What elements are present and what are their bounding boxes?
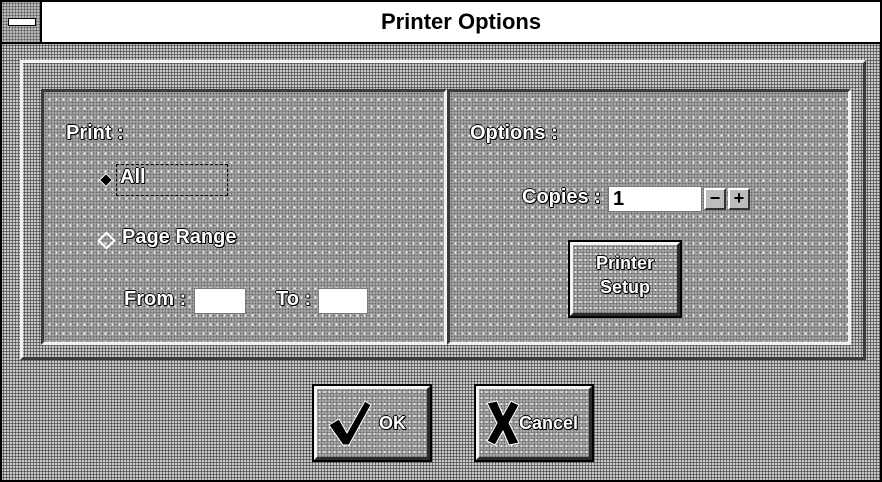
cancel-label: Cancel xyxy=(519,413,579,433)
print-heading: Print : xyxy=(66,122,124,144)
print-group: Print : All Page Range From : To : xyxy=(41,89,447,345)
to-field[interactable] xyxy=(318,288,368,314)
cancel-button[interactable]: Cancel xyxy=(474,384,594,462)
copies-field[interactable]: 1 xyxy=(608,186,702,212)
copies-increment-button[interactable]: + xyxy=(728,188,750,210)
printer-setup-label-line1: Printer xyxy=(595,253,655,273)
radio-page-range-label[interactable]: Page Range xyxy=(122,226,236,249)
copies-decrement-button[interactable]: − xyxy=(704,188,726,210)
options-heading: Options : xyxy=(470,122,558,144)
title-bar: Printer Options xyxy=(2,2,880,44)
to-label: To : xyxy=(276,288,312,310)
radio-all-label[interactable]: All xyxy=(120,166,146,189)
ok-button[interactable]: OK xyxy=(312,384,432,462)
dialog-body: Print : All Page Range From : To : Optio… xyxy=(20,60,866,360)
copies-label: Copies : xyxy=(522,186,601,208)
ok-label: OK xyxy=(379,413,406,433)
printer-setup-button[interactable]: Printer Setup xyxy=(568,240,682,318)
printer-setup-label-line2: Setup xyxy=(599,277,650,297)
radio-all[interactable] xyxy=(98,172,112,186)
printer-options-dialog: Printer Options Print : All Page Range F… xyxy=(0,0,882,482)
x-cross-icon xyxy=(485,399,521,447)
system-menu-icon[interactable] xyxy=(2,2,42,42)
checkmark-icon xyxy=(327,397,373,447)
radio-page-range[interactable] xyxy=(98,232,112,246)
from-field[interactable] xyxy=(194,288,246,314)
from-label: From : xyxy=(124,288,187,310)
options-group: Options : Copies : 1 − + Printer Setup xyxy=(447,89,851,345)
window-title: Printer Options xyxy=(380,9,542,34)
